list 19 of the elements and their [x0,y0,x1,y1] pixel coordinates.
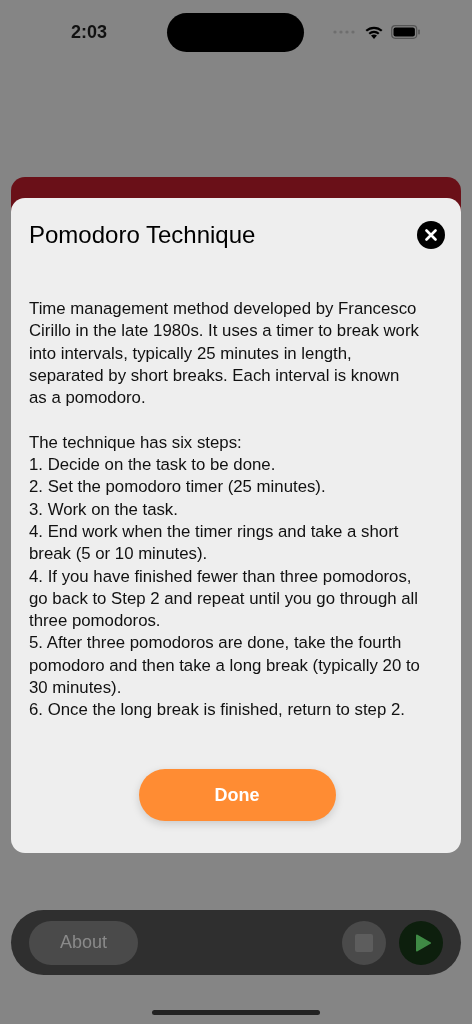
play-icon [414,933,431,952]
step-text: 2. Set the pomodoro timer (25 minutes). [29,476,327,499]
close-icon [425,229,437,241]
steps-heading: The technique has six steps: [29,431,243,454]
step-text: 3. Work on the task. [29,498,179,521]
wifi-icon [364,24,384,40]
step-text: 6. Once the long break is finished, return to step 2. [29,699,406,722]
done-button[interactable]: Done [138,769,336,821]
step-text: 4. If you have finished fewer than three pomodoros, go back to Step 2 and repeat until you go through all three pomodoros. [29,565,420,633]
step-text: 4. End work when the timer rings and take a short break (5 or 10 minutes). [29,520,400,566]
status-time: 2:03 [70,21,108,43]
step-text: 5. After three pomodoros are done, take the fourth pomodoro and then take a long break (typically 20 to 30 minutes). [29,632,421,700]
paragraph: Time management method developed by Francesco Cirillo in the late 1980s. It uses a timer to break work into intervals, typically 25 minutes in length, separated by short breaks. Each interval is known as a pomodoro. [29,298,420,410]
battery-icon [391,25,421,39]
sheet-title: Pomodoro Technique [29,221,256,249]
step-text: 1. Decide on the task to be done. [29,454,277,477]
about-button[interactable]: About [29,920,138,965]
close-button[interactable] [417,221,445,249]
play-button[interactable] [399,920,443,965]
